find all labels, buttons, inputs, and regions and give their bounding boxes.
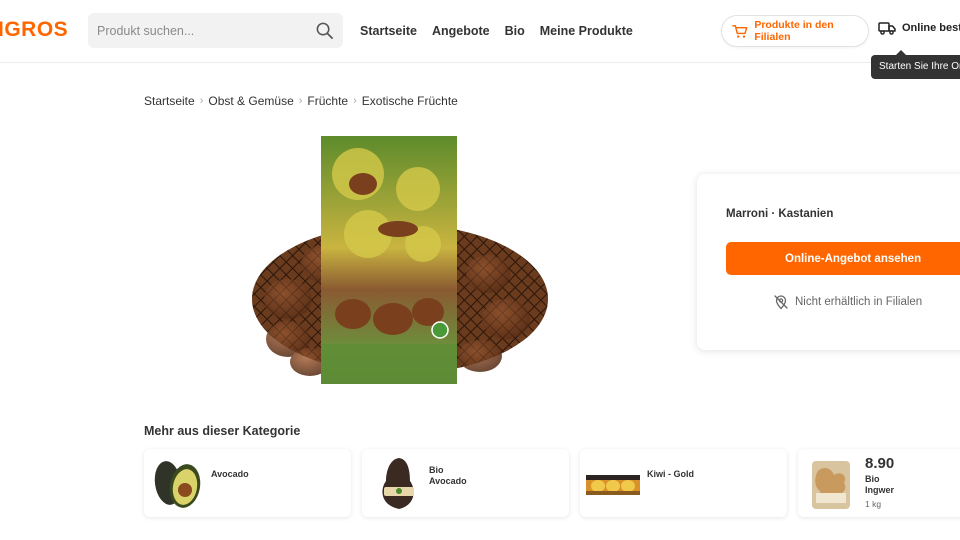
breadcrumb-obst-gemuese[interactable]: Obst & Gemüse (208, 94, 293, 108)
online-order-label: Online beste (902, 22, 960, 34)
availability-label: Nicht erhältlich in Filialen (795, 296, 923, 308)
product-image (252, 136, 548, 384)
online-order-tooltip: Starten Sie Ihre On (871, 50, 960, 79)
product-title: Marroni · Kastanien (726, 208, 834, 220)
related-product-bio-avocado[interactable]: Bio Avocado (362, 449, 569, 517)
search-icon[interactable] (315, 21, 334, 40)
related-product-name: Kiwi - Gold (647, 469, 694, 479)
breadcrumb: Startseite › Obst & Gemüse › Früchte › E… (144, 94, 458, 108)
product-card: Marroni · Kastanien Online-Angebot anseh… (697, 174, 960, 350)
nav-angebote[interactable]: Angebote (432, 24, 490, 38)
avocado-image (154, 461, 201, 508)
site-header: IGROS Startseite Angebote Bio Meine Prod… (0, 0, 960, 63)
related-product-kiwi-gold[interactable]: Kiwi - Gold (580, 449, 787, 517)
location-off-icon (774, 295, 788, 310)
brand-logo[interactable]: IGROS (0, 18, 68, 42)
related-product-name: Bio Ingwer (865, 474, 895, 495)
related-section-title: Mehr aus dieser Kategorie (144, 424, 301, 438)
cart-icon (732, 24, 748, 38)
chevron-right-icon: › (353, 95, 357, 107)
ginger-image (812, 461, 850, 509)
main-nav: Startseite Angebote Bio Meine Produkte (360, 24, 633, 38)
store-products-button[interactable]: Produkte in den Filialen (721, 15, 869, 47)
online-offer-button[interactable]: Online-Angebot ansehen (726, 242, 960, 275)
related-product-quantity: 1 kg (865, 499, 882, 509)
chevron-right-icon: › (298, 95, 303, 107)
nav-startseite[interactable]: Startseite (360, 24, 417, 38)
search-input[interactable] (88, 13, 308, 48)
search-bar (88, 13, 343, 48)
kiwi-gold-image (586, 475, 640, 495)
truck-icon (878, 22, 896, 35)
bio-avocado-image (382, 458, 414, 509)
availability-status: Nicht erhältlich in Filialen (773, 294, 922, 310)
related-product-bio-ingwer[interactable]: 8.90 Bio Ingwer 1 kg (798, 449, 960, 517)
related-product-price: 8.90 (865, 455, 895, 472)
nav-bio[interactable]: Bio (505, 24, 525, 38)
chevron-right-icon: › (199, 95, 204, 107)
related-product-name: Avocado (211, 469, 249, 479)
store-products-label: Produkte in den Filialen (754, 19, 834, 43)
breadcrumb-exotische-fruechte[interactable]: Exotische Früchte (362, 94, 458, 108)
breadcrumb-startseite[interactable]: Startseite (144, 94, 195, 108)
breadcrumb-fruechte[interactable]: Früchte (307, 94, 348, 108)
nav-meine-produkte[interactable]: Meine Produkte (540, 24, 633, 38)
online-order-button[interactable]: Online beste (878, 21, 960, 35)
related-product-avocado[interactable]: Avocado (144, 449, 351, 517)
related-product-name: Bio Avocado (429, 465, 467, 486)
